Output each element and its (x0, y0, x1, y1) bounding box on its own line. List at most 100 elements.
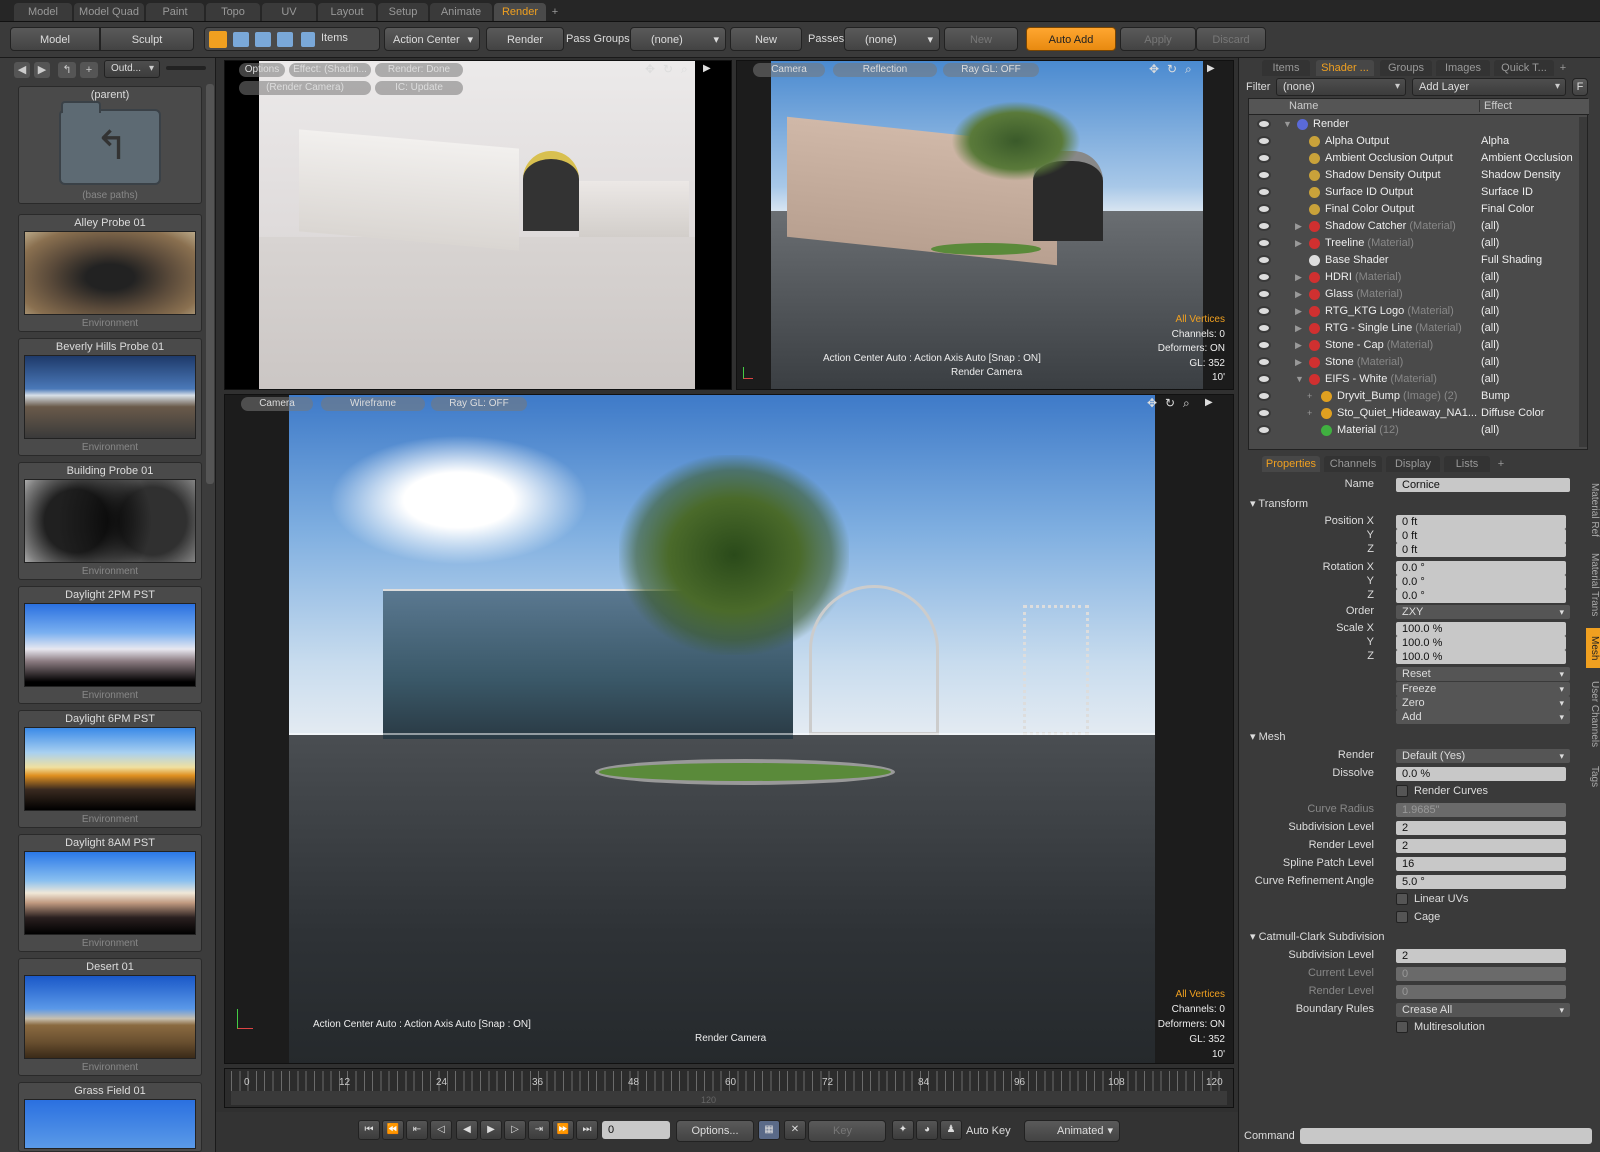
viewport-menu-icon[interactable]: ▶ (1205, 397, 1213, 408)
position-x-field[interactable]: 0 ft (1396, 515, 1566, 529)
rotate-icon[interactable]: ↻ (1165, 396, 1175, 410)
preset-daylight-2pm[interactable]: Daylight 2PM PST Environment (18, 586, 202, 704)
render-done-pill[interactable]: Render: Done (375, 63, 463, 77)
tab-material-trans[interactable]: Material Trans (1586, 548, 1600, 622)
visibility-eye-icon[interactable] (1257, 323, 1271, 333)
render-curves-checkbox[interactable] (1396, 785, 1408, 797)
add-icon[interactable]: + (80, 62, 98, 78)
rotation-y-field[interactable]: 0.0 ° (1396, 575, 1566, 589)
tab-groups[interactable]: Groups (1380, 60, 1432, 76)
shader-tree-row[interactable]: ▶ Stone (Material) (all) (1249, 354, 1589, 371)
tab-properties[interactable]: Properties (1262, 456, 1320, 472)
render-level-field[interactable]: 2 (1396, 839, 1566, 853)
scrollbar[interactable] (206, 84, 214, 484)
add-tab-button[interactable]: + (548, 3, 562, 21)
tab-animate[interactable]: Animate (430, 3, 492, 21)
preset-alley-probe[interactable]: Alley Probe 01 Environment (18, 214, 202, 332)
shader-tree-row[interactable]: ▼ Render (1249, 116, 1589, 133)
shader-tree-row[interactable]: ▶ Shadow Catcher (Material) (all) (1249, 218, 1589, 235)
dissolve-field[interactable]: 0.0 % (1396, 767, 1566, 781)
shader-tree-row[interactable]: Shadow Density Output Shadow Density (1249, 167, 1589, 184)
discard-button[interactable]: Discard (1196, 27, 1266, 51)
scrollbar[interactable] (1579, 117, 1587, 447)
boundary-rules-dropdown[interactable]: Crease All (1396, 1003, 1570, 1017)
sculpt-button[interactable]: Sculpt (100, 27, 194, 51)
shader-tree-row[interactable]: Base Shader Full Shading (1249, 252, 1589, 269)
visibility-eye-icon[interactable] (1257, 153, 1271, 163)
cc-subdivision-field[interactable]: 2 (1396, 949, 1566, 963)
apply-button[interactable]: Apply (1120, 27, 1196, 51)
mesh-section-header[interactable]: ▾ Mesh (1250, 730, 1285, 743)
prev-key-icon[interactable]: ⏪ (382, 1120, 404, 1140)
rotate-icon[interactable]: ↻ (1167, 62, 1177, 76)
visibility-eye-icon[interactable] (1257, 255, 1271, 265)
viewport-camera-reflection[interactable]: Camera Reflection Ray GL: OFF ✥ ↻ ⌕ ▶ Al… (736, 60, 1234, 390)
timeline[interactable]: 12 0 (224, 1068, 1234, 1108)
tab-channels[interactable]: Channels (1324, 456, 1382, 472)
shader-tree-row[interactable]: Material (12) (all) (1249, 422, 1589, 439)
preset-daylight-6pm[interactable]: Daylight 6PM PST Environment (18, 710, 202, 828)
preset-desert[interactable]: Desert 01 Environment (18, 958, 202, 1076)
key-button[interactable]: Key (808, 1120, 886, 1142)
visibility-eye-icon[interactable] (1257, 425, 1271, 435)
materials-mode-icon[interactable] (277, 32, 293, 47)
filter-dropdown[interactable]: (none) (1276, 78, 1406, 96)
scale-x-field[interactable]: 100.0 % (1396, 622, 1566, 636)
timeline-scrub-area[interactable] (231, 1091, 1227, 1105)
shader-tree-row[interactable]: ▶ Glass (Material) (all) (1249, 286, 1589, 303)
shader-tree-row[interactable]: ▶ Stone - Cap (Material) (all) (1249, 337, 1589, 354)
zoom-icon[interactable]: ⌕ (1185, 62, 1192, 77)
freeze-dropdown[interactable]: Freeze (1396, 682, 1570, 696)
visibility-eye-icon[interactable] (1257, 136, 1271, 146)
options-button[interactable]: Options... (676, 1120, 754, 1142)
tab-model-quad[interactable]: Model Quad (74, 3, 144, 21)
step-forward-icon[interactable]: ▷ (504, 1120, 526, 1140)
expand-toggle-icon[interactable]: ▶ (1295, 269, 1302, 286)
catmull-clark-section-header[interactable]: ▾ Catmull-Clark Subdivision (1250, 930, 1385, 943)
shader-tree-row[interactable]: Final Color Output Final Color (1249, 201, 1589, 218)
pass-groups-dropdown[interactable]: (none) ▾ (630, 27, 726, 51)
expand-toggle-icon[interactable]: ▼ (1283, 116, 1292, 133)
zoom-icon[interactable]: ⌕ (1183, 396, 1190, 411)
shader-tree[interactable]: Name Effect ▼ Render Alpha Output Alpha Ambi… (1248, 98, 1589, 450)
shader-tree-row[interactable]: Surface ID Output Surface ID (1249, 184, 1589, 201)
preset-grass-field[interactable]: Grass Field 01 (18, 1082, 202, 1152)
expand-toggle-icon[interactable]: ▶ (1295, 303, 1302, 320)
tab-paint[interactable]: Paint (146, 3, 204, 21)
up-folder-icon[interactable]: ↰ (58, 62, 76, 78)
items-mode-icon[interactable] (301, 32, 315, 47)
wireframe-pill[interactable]: Wireframe (321, 397, 425, 411)
camera-pill[interactable]: Camera (753, 63, 825, 77)
position-y-field[interactable]: 0 ft (1396, 529, 1566, 543)
new-pass-button[interactable]: New (944, 27, 1018, 51)
play-reverse-icon[interactable]: ◀ (456, 1120, 478, 1140)
parent-folder[interactable]: (parent) ↰ (base paths) (18, 86, 202, 204)
expand-toggle-icon[interactable]: ▼ (1295, 371, 1304, 388)
visibility-eye-icon[interactable] (1257, 187, 1271, 197)
key-channel-icon[interactable]: ✕ (784, 1120, 806, 1140)
visibility-eye-icon[interactable] (1257, 204, 1271, 214)
preset-building-probe[interactable]: Building Probe 01 Environment (18, 462, 202, 580)
visibility-eye-icon[interactable] (1257, 340, 1271, 350)
pan-icon[interactable]: ✥ (1147, 396, 1157, 410)
multiresolution-checkbox[interactable] (1396, 1021, 1408, 1033)
transform-section-header[interactable]: ▾ Transform (1250, 497, 1308, 510)
rotate-icon[interactable]: ↻ (663, 62, 673, 76)
next-key-icon[interactable]: ⏩ (552, 1120, 574, 1140)
shader-tree-row[interactable]: + Sto_Quiet_Hideaway_NA1... Diffuse Color (1249, 405, 1589, 422)
expand-toggle-icon[interactable]: ▶ (1295, 320, 1302, 337)
play-icon[interactable]: ▶ (480, 1120, 502, 1140)
tab-display[interactable]: Display (1386, 456, 1440, 472)
tab-shader[interactable]: Shader ... (1316, 60, 1374, 76)
ic-update-pill[interactable]: IC: Update (375, 81, 463, 95)
step-back-icon[interactable]: ◁ (430, 1120, 452, 1140)
add-tab-button[interactable]: + (1556, 60, 1570, 76)
tab-user-channels[interactable]: User Channels (1586, 674, 1600, 754)
zoom-icon[interactable]: ⌕ (681, 62, 688, 77)
back-arrow-icon[interactable]: ◀ (14, 62, 30, 78)
model-button[interactable]: Model (10, 27, 100, 51)
viewport-menu-icon[interactable]: ▶ (703, 63, 711, 74)
filter-toggle-button[interactable]: F (1572, 78, 1588, 96)
action-center-dropdown[interactable]: Action Center ▾ (384, 27, 480, 51)
tab-mesh[interactable]: Mesh (1586, 628, 1600, 668)
